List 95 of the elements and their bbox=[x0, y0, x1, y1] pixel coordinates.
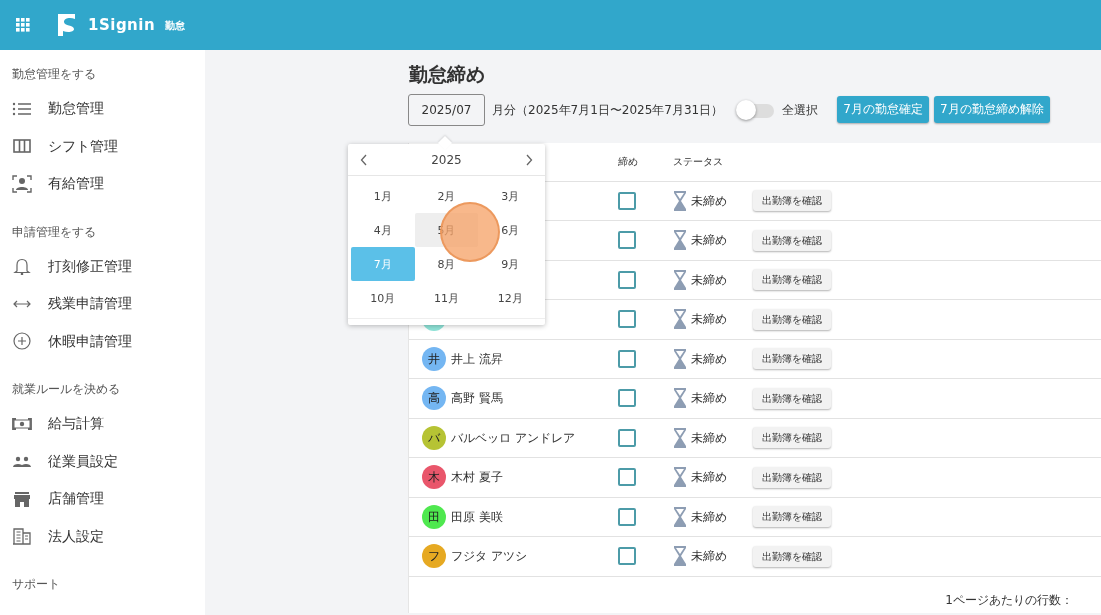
plus-circle-icon bbox=[12, 332, 32, 351]
chevron-left-icon[interactable] bbox=[360, 153, 368, 166]
hourglass-icon bbox=[673, 546, 687, 567]
month-option[interactable]: 4月 bbox=[373, 224, 392, 236]
bell-icon bbox=[12, 257, 32, 276]
section-heading: サポート bbox=[11, 576, 61, 593]
status-text: 未締め bbox=[691, 311, 727, 329]
hourglass-icon bbox=[673, 388, 687, 409]
hourglass-icon bbox=[673, 190, 687, 211]
month-option[interactable]: 9月 bbox=[501, 258, 520, 270]
month-option[interactable]: 2月 bbox=[437, 190, 456, 202]
month-option[interactable]: 6月 bbox=[501, 224, 520, 236]
employee-name: 木村 夏子 bbox=[451, 469, 503, 487]
columns-icon bbox=[12, 137, 32, 156]
status-text: 未締め bbox=[691, 469, 727, 487]
employee-name: 井上 流昇 bbox=[451, 350, 503, 368]
checkbox[interactable] bbox=[618, 507, 636, 526]
sidebar-item[interactable]: シフト管理 bbox=[0, 127, 205, 165]
rows-per-page-label: 1ページあたりの行数： bbox=[944, 591, 1074, 609]
avatar: 木 bbox=[422, 465, 446, 490]
menu-icon[interactable] bbox=[16, 18, 30, 32]
sidebar-item[interactable]: 従業員設定 bbox=[0, 442, 205, 480]
hourglass-icon bbox=[673, 506, 687, 527]
employee-name: 田原 美咲 bbox=[451, 508, 503, 526]
month-option[interactable]: 12月 bbox=[497, 292, 523, 304]
month-field[interactable]: 2025/07 bbox=[408, 93, 485, 126]
column-header: 締め bbox=[618, 155, 639, 170]
building-icon bbox=[12, 527, 32, 546]
status-text: 未締め bbox=[691, 429, 727, 447]
checkbox[interactable] bbox=[618, 270, 636, 289]
year-label: 2025 bbox=[431, 151, 462, 169]
store-icon bbox=[12, 489, 32, 508]
sidebar-item[interactable]: 有給管理 bbox=[0, 165, 205, 203]
status-text: 未締め bbox=[691, 192, 727, 210]
month-option[interactable]: 10月 bbox=[370, 292, 396, 304]
section-heading: 申請管理をする bbox=[11, 223, 97, 241]
employee-name: 高野 賢馬 bbox=[451, 390, 503, 408]
avatar: 田 bbox=[422, 504, 446, 529]
status-text: 未締め bbox=[691, 232, 727, 250]
status-text: 未締め bbox=[691, 508, 727, 526]
attendance-button[interactable]: 出勤簿を確認 bbox=[753, 466, 831, 488]
attendance-button[interactable]: 出勤簿を確認 bbox=[753, 348, 831, 370]
month-option[interactable]: 3月 bbox=[501, 190, 520, 202]
hourglass-icon bbox=[673, 309, 687, 330]
checkbox[interactable] bbox=[618, 547, 636, 566]
sidebar-item[interactable]: 法人設定 bbox=[0, 517, 205, 555]
checkbox[interactable] bbox=[618, 389, 636, 408]
attendance-button[interactable]: 出勤簿を確認 bbox=[753, 229, 831, 251]
sidebar-item[interactable]: 店舗管理 bbox=[0, 480, 205, 518]
period-text: 月分（2025年7月1日〜2025年7月31日） bbox=[492, 101, 724, 119]
sidebar-item[interactable]: 打刻修正管理 bbox=[0, 247, 205, 285]
sidebar-item[interactable]: 残業申請管理 bbox=[0, 285, 205, 323]
checkbox[interactable] bbox=[618, 191, 636, 210]
attendance-button[interactable]: 出勤簿を確認 bbox=[753, 269, 831, 291]
section-heading: 就業ルールを決める bbox=[11, 381, 121, 398]
avatar: バ bbox=[422, 425, 446, 450]
attendance-button[interactable]: 出勤簿を確認 bbox=[753, 190, 831, 212]
checkbox[interactable] bbox=[618, 468, 636, 487]
person-icon bbox=[12, 174, 32, 193]
page-title: 勤怠締め bbox=[409, 62, 486, 87]
sidebar-item[interactable]: 休暇申請管理 bbox=[0, 322, 205, 360]
checkbox[interactable] bbox=[618, 310, 636, 329]
attendance-button[interactable]: 出勤簿を確認 bbox=[753, 387, 831, 409]
attendance-button[interactable]: 出勤簿を確認 bbox=[753, 545, 831, 567]
employee-name: フジタ アツシ bbox=[451, 548, 527, 566]
checkbox[interactable] bbox=[618, 231, 636, 250]
hourglass-icon bbox=[673, 230, 687, 251]
sidebar-item[interactable]: 勤怠管理 bbox=[0, 90, 205, 128]
avatar: 高 bbox=[422, 386, 446, 411]
month-option[interactable]: 1月 bbox=[373, 190, 392, 202]
chevron-right-icon[interactable] bbox=[525, 153, 533, 166]
status-text: 未締め bbox=[691, 271, 727, 289]
column-header: ステータス bbox=[673, 155, 724, 170]
avatar: フ bbox=[422, 544, 446, 569]
month-option[interactable]: 8月 bbox=[437, 258, 456, 270]
avatar: 井 bbox=[422, 346, 446, 371]
hourglass-icon bbox=[673, 269, 687, 290]
hourglass-icon bbox=[673, 348, 687, 369]
toggle-label: 全選択 bbox=[782, 101, 819, 119]
status-text: 未締め bbox=[691, 548, 727, 566]
month-option[interactable]: 11月 bbox=[434, 292, 459, 304]
attendance-button[interactable]: 出勤簿を確認 bbox=[753, 427, 831, 449]
attendance-button[interactable]: 出勤簿を確認 bbox=[753, 308, 831, 330]
checkbox[interactable] bbox=[618, 428, 636, 447]
checkbox[interactable] bbox=[618, 349, 636, 368]
hourglass-icon bbox=[673, 427, 687, 448]
status-text: 未締め bbox=[691, 350, 727, 368]
attendance-button[interactable]: 出勤簿を確認 bbox=[753, 506, 831, 528]
section-heading: 勤怠管理をする bbox=[11, 66, 97, 83]
app-name: 1Signin bbox=[88, 14, 156, 36]
employee-name: バルベッロ アンドレア bbox=[451, 429, 575, 447]
status-text: 未締め bbox=[691, 390, 727, 408]
hourglass-icon bbox=[673, 467, 687, 488]
sidebar-item[interactable]: 給与計算 bbox=[0, 405, 205, 443]
module-label: 勤怠 bbox=[165, 18, 186, 33]
